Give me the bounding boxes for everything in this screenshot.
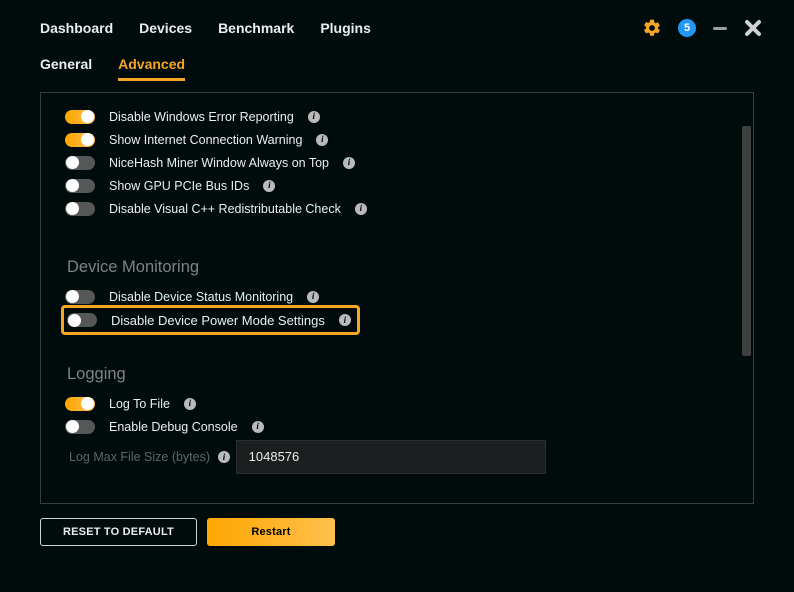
setting-label: Enable Debug Console: [109, 420, 238, 434]
info-icon[interactable]: i: [252, 421, 264, 433]
tab-general[interactable]: General: [40, 56, 92, 78]
setting-label: Disable Windows Error Reporting: [109, 110, 294, 124]
info-icon[interactable]: i: [316, 134, 328, 146]
setting-label: Disable Device Status Monitoring: [109, 290, 293, 304]
setting-label: Disable Device Power Mode Settings: [111, 313, 325, 328]
info-icon[interactable]: i: [343, 157, 355, 169]
scrollbar-thumb[interactable]: [742, 126, 751, 356]
section-logging: Logging: [67, 365, 733, 384]
log-max-input[interactable]: [236, 440, 546, 474]
info-icon[interactable]: i: [263, 180, 275, 192]
toggle-disable-power-mode[interactable]: [67, 313, 97, 327]
nav-devices[interactable]: Devices: [139, 20, 192, 36]
nav-plugins[interactable]: Plugins: [320, 20, 371, 36]
reset-button[interactable]: RESET TO DEFAULT: [40, 518, 197, 546]
nav-benchmark[interactable]: Benchmark: [218, 20, 294, 36]
gear-icon[interactable]: [642, 18, 662, 38]
setting-label: Show Internet Connection Warning: [109, 133, 302, 147]
settings-panel: Disable Windows Error Reporting i Show I…: [40, 92, 754, 504]
top-nav: Dashboard Devices Benchmark Plugins: [40, 20, 371, 36]
info-icon[interactable]: i: [184, 398, 196, 410]
restart-button[interactable]: Restart: [207, 518, 335, 546]
setting-label: Disable Visual C++ Redistributable Check: [109, 202, 341, 216]
toggle-gpu-pcie-bus[interactable]: [65, 179, 95, 193]
info-icon[interactable]: i: [308, 111, 320, 123]
toggle-disable-win-error[interactable]: [65, 110, 95, 124]
log-max-label: Log Max File Size (bytes) i: [69, 450, 230, 464]
notification-badge[interactable]: 5: [678, 19, 696, 37]
tab-advanced[interactable]: Advanced: [118, 56, 185, 81]
setting-label: Log To File: [109, 397, 170, 411]
toggle-vc-redist[interactable]: [65, 202, 95, 216]
highlighted-setting: Disable Device Power Mode Settings i: [61, 305, 360, 335]
toggle-disable-device-status[interactable]: [65, 290, 95, 304]
nav-dashboard[interactable]: Dashboard: [40, 20, 113, 36]
info-icon[interactable]: i: [355, 203, 367, 215]
minimize-icon[interactable]: [712, 20, 728, 36]
info-icon[interactable]: i: [218, 451, 230, 463]
toggle-internet-warning[interactable]: [65, 133, 95, 147]
info-icon[interactable]: i: [339, 314, 351, 326]
toggle-debug-console[interactable]: [65, 420, 95, 434]
toggle-log-to-file[interactable]: [65, 397, 95, 411]
section-device-monitoring: Device Monitoring: [67, 258, 733, 277]
setting-label: Show GPU PCIe Bus IDs: [109, 179, 249, 193]
setting-label: NiceHash Miner Window Always on Top: [109, 156, 329, 170]
toggle-always-on-top[interactable]: [65, 156, 95, 170]
info-icon[interactable]: i: [307, 291, 319, 303]
settings-tabs: General Advanced: [0, 56, 794, 86]
close-icon[interactable]: [744, 19, 762, 37]
scrollbar[interactable]: [742, 96, 751, 500]
